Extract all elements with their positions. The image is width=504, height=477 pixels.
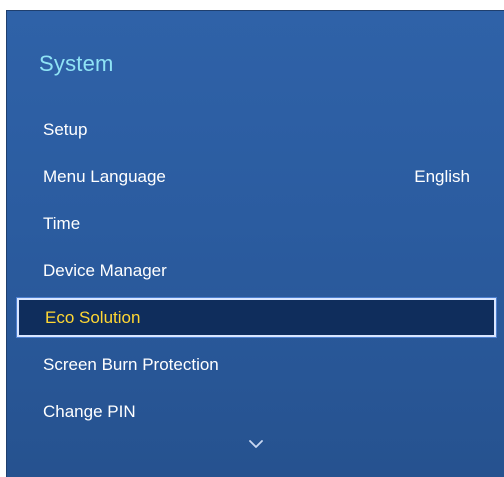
menu-item-value: English [414, 166, 470, 186]
chevron-down-icon [248, 440, 263, 448]
menu-item-eco-solution[interactable]: Eco Solution [17, 298, 496, 337]
menu-list: Setup Menu Language English Time Device … [7, 106, 504, 435]
menu-item-change-pin[interactable]: Change PIN [7, 388, 504, 435]
menu-item-label: Eco Solution [45, 307, 141, 327]
scroll-down-button[interactable] [244, 436, 268, 452]
page: System Setup Menu Language English Time … [0, 0, 504, 477]
menu-item-label: Setup [43, 119, 88, 139]
menu-title: System [39, 51, 114, 76]
menu-item-label: Time [43, 213, 81, 233]
menu-item-label: Device Manager [43, 260, 167, 280]
system-menu-panel: System Setup Menu Language English Time … [6, 10, 504, 477]
menu-item-device-manager[interactable]: Device Manager [7, 247, 504, 294]
menu-item-label: Change PIN [43, 401, 136, 421]
menu-item-setup[interactable]: Setup [7, 106, 504, 153]
menu-item-label: Menu Language [43, 166, 166, 186]
menu-item-menu-language[interactable]: Menu Language English [7, 153, 504, 200]
menu-item-label: Screen Burn Protection [43, 354, 219, 374]
menu-item-time[interactable]: Time [7, 200, 504, 247]
menu-item-screen-burn-protection[interactable]: Screen Burn Protection [7, 341, 504, 388]
